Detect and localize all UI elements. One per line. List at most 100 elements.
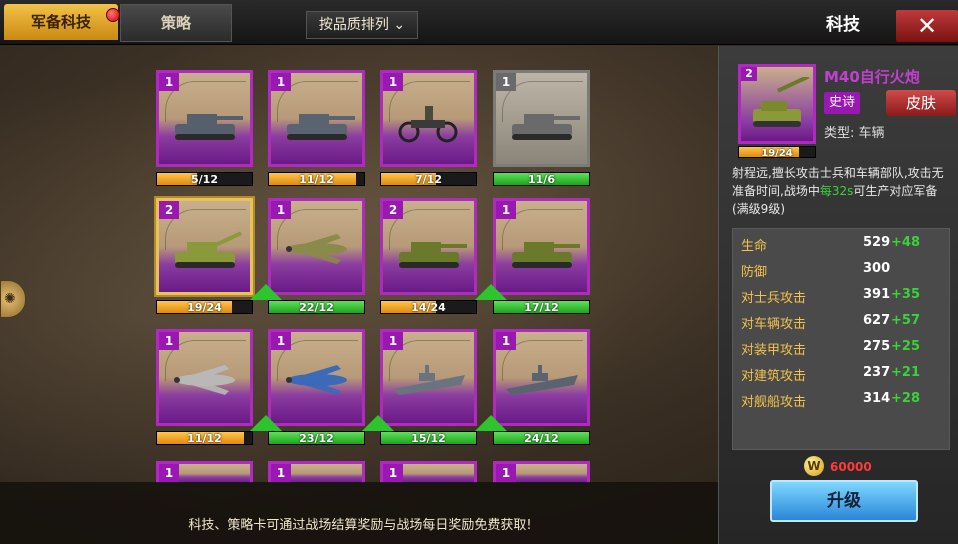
tab-strategy[interactable]: 策略 (120, 4, 232, 42)
unit-art (165, 224, 245, 278)
warship-icon (392, 365, 465, 396)
tech-card[interactable]: 1 (268, 329, 365, 426)
level-badge: 1 (383, 464, 403, 482)
tech-card[interactable]: 1 (156, 70, 253, 167)
tech-card[interactable]: 1 (156, 329, 253, 426)
level-badge: 1 (271, 332, 291, 350)
tech-card[interactable]: 1 (493, 198, 590, 295)
progress-text: 11/12 (187, 432, 222, 445)
progress-bar: 22/12 (268, 300, 365, 314)
upgrade-button[interactable]: 升级 (770, 480, 918, 522)
unit-art (165, 355, 245, 409)
plane-corsair-icon (285, 365, 347, 396)
stat-label: 对建筑攻击 (741, 369, 807, 384)
plane-spitfire-icon (173, 365, 235, 396)
level-badge: 1 (496, 464, 516, 482)
tech-card[interactable]: 1 (268, 461, 365, 483)
progress-text: 11/12 (299, 173, 334, 186)
tech-card[interactable]: 1 (380, 329, 477, 426)
progress-bar: 11/12 (156, 431, 253, 445)
progress-bar: 17/12 (493, 300, 590, 314)
level-badge: 1 (159, 332, 179, 350)
tab-military-tech[interactable]: 军备科技 (4, 4, 118, 40)
unit-type: 类型: 车辆 (824, 126, 885, 141)
tech-card[interactable]: 1 (493, 329, 590, 426)
unit-art (502, 224, 582, 278)
detail-progress-text: 19/24 (761, 148, 793, 158)
progress-bar: 15/12 (380, 431, 477, 445)
stat-label: 对装甲攻击 (741, 343, 807, 358)
unit-art (389, 355, 469, 409)
stat-row: 生命 529 +48 (741, 235, 941, 255)
tech-card[interactable]: 1 (493, 70, 590, 167)
progress-bar: 11/12 (268, 172, 365, 186)
tech-card[interactable]: 1 (380, 70, 477, 167)
close-button[interactable]: ✕ (896, 10, 958, 42)
tech-card[interactable]: 1 (380, 461, 477, 483)
progress-text: 7/12 (415, 173, 442, 186)
stat-row: 对建筑攻击 237 +21 (741, 365, 941, 385)
upgrade-arrow-icon (475, 284, 507, 300)
tech-card[interactable]: 1 (268, 70, 365, 167)
progress-text: 17/12 (524, 301, 559, 314)
unit-art (502, 355, 582, 409)
stat-row: 对车辆攻击 627 +57 (741, 313, 941, 333)
progress-bar: 23/12 (268, 431, 365, 445)
sort-dropdown[interactable]: 按品质排列 ⌄ (306, 11, 418, 39)
stat-bonus: +35 (891, 287, 920, 302)
settings-icon: ✺ (4, 291, 16, 307)
tech-card[interactable]: 2 (156, 198, 253, 295)
progress-text: 24/12 (524, 432, 559, 445)
motorcycle-icon (398, 106, 457, 143)
stat-label: 防御 (741, 265, 768, 280)
progress-text: 15/12 (411, 432, 446, 445)
page-title: 科技 (826, 15, 860, 35)
progress-bar: 11/6 (493, 172, 590, 186)
upgrade-arrow-icon (475, 415, 507, 431)
upgrade-arrow-icon (250, 284, 282, 300)
tech-card[interactable]: 2 (380, 198, 477, 295)
stat-row: 对士兵攻击 391 +35 (741, 287, 941, 307)
progress-bar: 7/12 (380, 172, 477, 186)
unit-description: 射程远,擅长攻击士兵和车辆部队,攻击无准备时间,战场中每32s可生产对应军备(满… (732, 164, 952, 218)
level-badge: 1 (383, 73, 403, 91)
level-badge: 1 (271, 201, 291, 219)
tip-text: 科技、策略卡可通过战场结算奖励与战场每日奖励免费获取! (188, 518, 532, 533)
level-badge: 2 (159, 201, 179, 219)
detail-progress-bar: 19/24 (738, 146, 816, 158)
stat-value: 314 (863, 391, 891, 406)
progress-text: 5/12 (191, 173, 218, 186)
unit-art (165, 96, 245, 150)
upgrade-arrow-icon (250, 415, 282, 431)
progress-text: 22/12 (299, 301, 334, 314)
sp-artillery-icon (174, 231, 242, 269)
tank-m36-icon (511, 242, 580, 269)
progress-text: 14/24 (411, 301, 446, 314)
unit-art (389, 224, 469, 278)
stat-bonus: +48 (891, 235, 920, 250)
stats-table: 生命 529 +48 防御 300 对士兵攻击 391 +35 对车辆攻击 627 +57 对装甲攻击… (732, 228, 950, 450)
close-icon: ✕ (916, 12, 938, 40)
unit-art (277, 224, 357, 278)
tank-icon (174, 114, 243, 141)
level-badge: 2 (383, 201, 403, 219)
stat-row: 对舰船攻击 314 +28 (741, 391, 941, 411)
stat-value: 275 (863, 339, 891, 354)
level-badge: 1 (496, 332, 516, 350)
stat-label: 对士兵攻击 (741, 291, 807, 306)
skin-button[interactable]: 皮肤 (886, 90, 956, 116)
unit-art (389, 96, 469, 150)
sp-gun-gray-icon (511, 114, 580, 141)
unit-art (277, 96, 357, 150)
tech-card[interactable]: 1 (156, 461, 253, 483)
stat-bonus: +28 (891, 391, 920, 406)
tech-card[interactable]: 1 (493, 461, 590, 483)
upgrade-cost: 60000 (830, 460, 872, 474)
stat-value: 627 (863, 313, 891, 328)
level-badge: 1 (159, 73, 179, 91)
coin-icon: W (804, 456, 824, 476)
stat-value: 391 (863, 287, 891, 302)
sort-label: 按品质排列 (318, 17, 389, 33)
tech-card[interactable]: 1 (268, 198, 365, 295)
level-badge: 1 (496, 201, 516, 219)
